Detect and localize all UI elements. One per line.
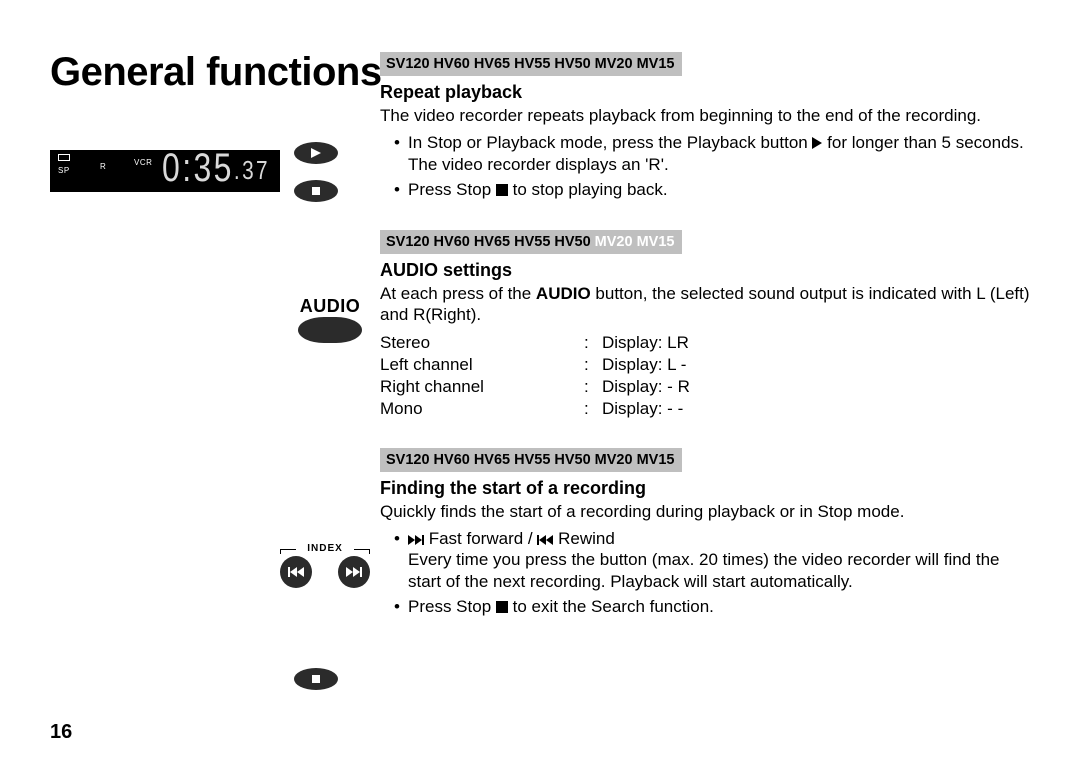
vcr-sp-label: SP bbox=[58, 166, 70, 175]
vcr-box-icon bbox=[58, 154, 70, 161]
vcr-vcr-label: VCR bbox=[134, 158, 152, 167]
table-row: Right channel:Display: - R bbox=[380, 376, 694, 398]
vcr-r-label: R bbox=[100, 162, 106, 171]
play-stop-buttons bbox=[290, 140, 342, 204]
section2-heading: AUDIO settings bbox=[380, 260, 1030, 281]
stop-icon bbox=[496, 601, 508, 613]
model-bar-1: SV120HV60HV65HV55HV50 MV20MV15 bbox=[380, 52, 682, 76]
model-tag: HV65 bbox=[474, 452, 510, 468]
model-tag: MV15 bbox=[637, 234, 675, 250]
section1-intro: The video recorder repeats playback from… bbox=[380, 105, 1030, 126]
table-cell: Display: - - bbox=[602, 398, 694, 420]
table-cell: Mono bbox=[380, 398, 584, 420]
index-rewind-icon bbox=[280, 556, 312, 588]
model-tag: HV50 bbox=[554, 452, 590, 468]
section2-intro: At each press of the AUDIO button, the s… bbox=[380, 283, 1030, 326]
audio-settings-table: Stereo:Display: LRLeft channel:Display: … bbox=[380, 332, 694, 420]
model-tag: MV20 bbox=[595, 234, 633, 250]
vcr-time: 0:35.37 bbox=[162, 146, 270, 191]
model-tag: HV60 bbox=[434, 452, 470, 468]
stop-button-icon-2 bbox=[294, 668, 338, 690]
model-tag: SV120 bbox=[386, 452, 430, 468]
model-tag: HV55 bbox=[514, 56, 550, 72]
model-tag: HV65 bbox=[474, 234, 510, 250]
section3-bullet2: Press Stop to exit the Search function. bbox=[394, 596, 1030, 617]
model-tag: MV20 bbox=[595, 56, 633, 72]
stop-button-group bbox=[290, 666, 342, 692]
play-icon bbox=[812, 137, 822, 149]
stop-icon bbox=[496, 184, 508, 196]
vcr-time-sub: .37 bbox=[234, 155, 270, 185]
model-tag: MV15 bbox=[637, 452, 675, 468]
table-row: Stereo:Display: LR bbox=[380, 332, 694, 354]
audio-pill-icon bbox=[298, 317, 362, 343]
section1-bullet1: In Stop or Playback mode, press the Play… bbox=[394, 132, 1030, 175]
table-cell: : bbox=[584, 354, 602, 376]
section3-bullet1: Fast forward / RewindEvery time you pres… bbox=[394, 528, 1030, 592]
rewind-icon bbox=[537, 535, 553, 545]
model-tag: HV55 bbox=[514, 452, 550, 468]
audio-button: AUDIO bbox=[290, 296, 370, 343]
stop-button-icon bbox=[294, 180, 338, 202]
table-cell: : bbox=[584, 376, 602, 398]
section1-bullet2: Press Stop to stop playing back. bbox=[394, 179, 1030, 200]
vcr-display: SP R VCR 0:35.37 bbox=[50, 150, 280, 192]
vcr-time-main: 0:35 bbox=[162, 146, 234, 190]
page-number: 16 bbox=[50, 721, 72, 744]
model-tag: MV15 bbox=[637, 56, 675, 72]
fast-forward-icon bbox=[408, 535, 424, 545]
table-cell: : bbox=[584, 398, 602, 420]
play-button-icon bbox=[294, 142, 338, 164]
index-label: INDEX bbox=[280, 543, 370, 554]
model-tag: HV65 bbox=[474, 56, 510, 72]
table-cell: Stereo bbox=[380, 332, 584, 354]
audio-button-label: AUDIO bbox=[290, 296, 370, 317]
model-tag: HV60 bbox=[434, 234, 470, 250]
table-cell: Display: L - bbox=[602, 354, 694, 376]
model-tag: SV120 bbox=[386, 234, 430, 250]
model-tag: SV120 bbox=[386, 56, 430, 72]
index-buttons: INDEX bbox=[280, 543, 370, 588]
table-cell: Display: LR bbox=[602, 332, 694, 354]
section3-heading: Finding the start of a recording bbox=[380, 478, 1030, 499]
table-row: Mono:Display: - - bbox=[380, 398, 694, 420]
table-cell: Display: - R bbox=[602, 376, 694, 398]
table-cell: Right channel bbox=[380, 376, 584, 398]
table-row: Left channel:Display: L - bbox=[380, 354, 694, 376]
section1-heading: Repeat playback bbox=[380, 82, 1030, 103]
model-bar-2: SV120HV60HV65HV55HV50 MV20MV15 bbox=[380, 230, 682, 254]
model-tag: HV50 bbox=[554, 56, 590, 72]
model-tag: HV55 bbox=[514, 234, 550, 250]
model-tag: MV20 bbox=[595, 452, 633, 468]
table-cell: : bbox=[584, 332, 602, 354]
index-forward-icon bbox=[338, 556, 370, 588]
section3-intro: Quickly finds the start of a recording d… bbox=[380, 501, 1030, 522]
table-cell: Left channel bbox=[380, 354, 584, 376]
model-bar-3: SV120HV60HV65HV55HV50 MV20MV15 bbox=[380, 448, 682, 472]
model-tag: HV60 bbox=[434, 56, 470, 72]
model-tag: HV50 bbox=[554, 234, 590, 250]
